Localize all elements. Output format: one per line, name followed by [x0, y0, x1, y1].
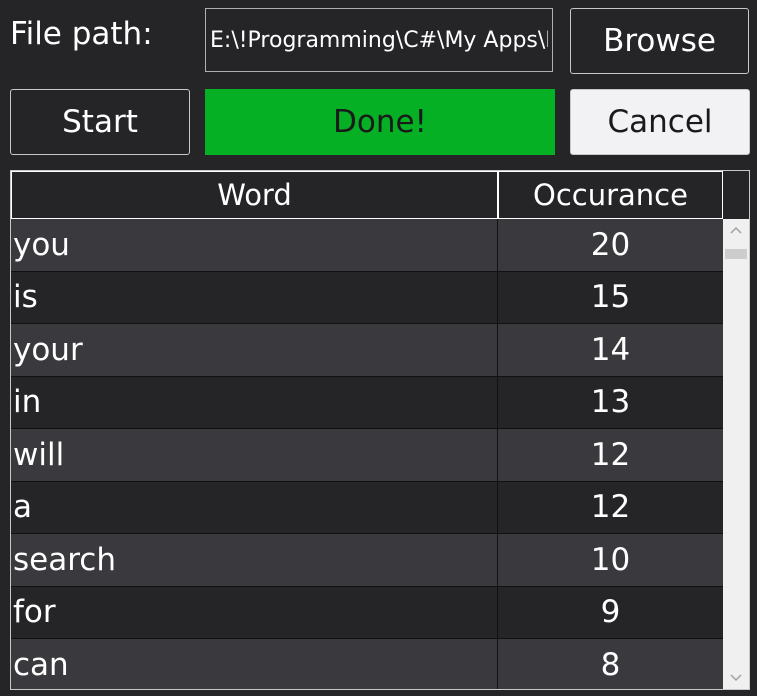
- table-row[interactable]: in 13: [11, 376, 723, 429]
- column-header-occurance[interactable]: Occurance: [498, 171, 723, 219]
- file-path-label: File path:: [10, 16, 153, 52]
- browse-button[interactable]: Browse: [570, 8, 749, 74]
- chevron-down-icon[interactable]: [723, 667, 749, 689]
- word-counter-window: File path: Browse Start Done! Cancel Wor…: [0, 0, 757, 696]
- word-cell: your: [11, 324, 498, 377]
- count-cell: 8: [498, 639, 723, 689]
- word-cell: you: [11, 219, 498, 272]
- count-cell: 9: [498, 586, 723, 639]
- word-cell: can: [11, 639, 498, 689]
- header-corner: [723, 171, 749, 219]
- table-row[interactable]: a 12: [11, 481, 723, 534]
- word-cell: is: [11, 271, 498, 324]
- count-cell: 14: [498, 324, 723, 377]
- table-row[interactable]: for 9: [11, 586, 723, 639]
- count-cell: 10: [498, 534, 723, 587]
- vertical-scrollbar[interactable]: [723, 219, 749, 689]
- table-header: Word Occurance: [11, 171, 723, 219]
- word-count-table: Word Occurance you 20 is 15 your 14 in 1…: [10, 170, 750, 690]
- scrollbar-thumb[interactable]: [725, 249, 747, 259]
- table-row[interactable]: can 8: [11, 639, 723, 689]
- word-cell: will: [11, 429, 498, 482]
- table-row[interactable]: is 15: [11, 271, 723, 324]
- count-cell: 20: [498, 219, 723, 272]
- word-cell: in: [11, 376, 498, 429]
- start-button[interactable]: Start: [10, 89, 190, 155]
- status-indicator: Done!: [205, 89, 555, 155]
- column-header-word[interactable]: Word: [11, 171, 498, 219]
- table-row[interactable]: search 10: [11, 534, 723, 587]
- word-cell: for: [11, 586, 498, 639]
- table-row[interactable]: you 20: [11, 219, 723, 272]
- table-row[interactable]: will 12: [11, 429, 723, 482]
- word-cell: a: [11, 481, 498, 534]
- cancel-button[interactable]: Cancel: [570, 89, 750, 155]
- word-cell: search: [11, 534, 498, 587]
- file-path-input[interactable]: [205, 8, 553, 72]
- count-cell: 12: [498, 429, 723, 482]
- count-cell: 12: [498, 481, 723, 534]
- count-cell: 13: [498, 376, 723, 429]
- count-cell: 15: [498, 271, 723, 324]
- table-body: you 20 is 15 your 14 in 13 will 12 a 12: [11, 219, 723, 689]
- table-row[interactable]: your 14: [11, 324, 723, 377]
- chevron-up-icon[interactable]: [723, 219, 749, 241]
